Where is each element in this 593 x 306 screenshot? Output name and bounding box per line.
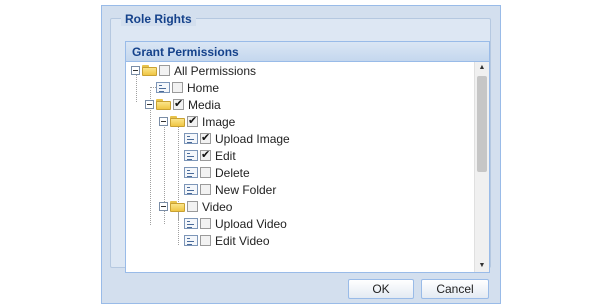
tree-node-label: New Folder: [215, 182, 277, 197]
tree-node-upload-video[interactable]: Upload Video: [184, 215, 287, 232]
checkbox[interactable]: [159, 65, 170, 76]
tree-node-media[interactable]: Media: [145, 96, 221, 113]
vertical-scrollbar[interactable]: ▲ ▼: [474, 62, 489, 272]
grant-permissions-panel: Grant Permissions All Permissions Home ✔…: [125, 41, 490, 273]
collapse-toggle-icon[interactable]: [159, 117, 168, 126]
tree-node-label: Delete: [215, 165, 250, 180]
tree-node-delete[interactable]: Delete: [184, 164, 250, 181]
tree-node-label: Home: [187, 80, 220, 95]
permission-leaf-icon: [184, 167, 198, 178]
checkbox-checked[interactable]: [187, 114, 198, 127]
cancel-button[interactable]: Cancel: [421, 279, 489, 299]
checkbox[interactable]: [200, 235, 211, 246]
permission-leaf-icon: [184, 235, 198, 246]
checkbox[interactable]: [200, 167, 211, 178]
permission-leaf-icon: [184, 184, 198, 195]
tree-node-home[interactable]: Home: [156, 79, 219, 96]
role-rights-dialog: Role Rights Grant Permissions All Permis…: [101, 5, 501, 304]
tree-node-label: Video: [202, 199, 233, 214]
folder-icon: [170, 201, 185, 212]
checkbox[interactable]: [172, 82, 183, 93]
tree-node-label: Image: [202, 114, 236, 129]
tree-node-new-folder[interactable]: New Folder: [184, 181, 276, 198]
collapse-toggle-icon[interactable]: [131, 66, 140, 75]
tree-node-video[interactable]: Video: [159, 198, 232, 215]
scroll-up-arrow-icon[interactable]: ▲: [475, 62, 489, 74]
tree-node-edit-video[interactable]: Edit Video: [184, 232, 270, 249]
checkbox[interactable]: [200, 218, 211, 229]
ok-button[interactable]: OK: [348, 279, 414, 299]
tree-node-upload-image[interactable]: Upload Image: [184, 130, 290, 147]
tree-node-label: Upload Video: [215, 216, 287, 231]
tree-node-label: Edit: [215, 148, 236, 163]
fieldset-legend: Role Rights: [121, 12, 196, 26]
scroll-down-arrow-icon[interactable]: ▼: [475, 260, 489, 272]
checkbox-checked[interactable]: [173, 97, 184, 110]
checkbox[interactable]: [187, 201, 198, 212]
permission-leaf-icon: [184, 133, 198, 144]
tree-node-label: Upload Image: [215, 131, 290, 146]
panel-title: Grant Permissions: [126, 42, 489, 62]
checkbox-checked[interactable]: [200, 148, 211, 161]
collapse-toggle-icon[interactable]: [159, 202, 168, 211]
tree-node-label: All Permissions: [174, 63, 257, 78]
checkbox-checked[interactable]: [200, 131, 211, 144]
checkbox[interactable]: [200, 184, 211, 195]
tree-node-edit[interactable]: Edit: [184, 147, 236, 164]
permission-leaf-icon: [184, 150, 198, 161]
tree-node-label: Media: [188, 97, 221, 112]
scrollbar-thumb[interactable]: [477, 76, 487, 172]
permission-leaf-icon: [184, 218, 198, 229]
permissions-tree: All Permissions Home Media: [126, 62, 473, 272]
tree-node-all-permissions[interactable]: All Permissions: [131, 62, 256, 79]
permission-leaf-icon: [156, 82, 170, 93]
collapse-toggle-icon[interactable]: [145, 100, 154, 109]
tree-node-image[interactable]: Image: [159, 113, 235, 130]
folder-icon: [170, 116, 185, 127]
folder-icon: [156, 99, 171, 110]
role-rights-fieldset: Role Rights Grant Permissions All Permis…: [110, 12, 491, 273]
folder-icon: [142, 65, 157, 76]
tree-node-label: Edit Video: [215, 233, 270, 248]
